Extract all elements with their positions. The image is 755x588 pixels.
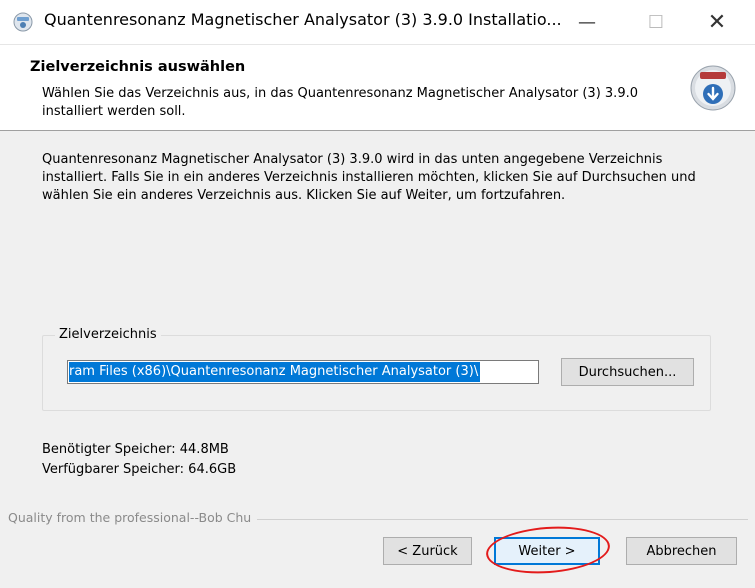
page-title: Zielverzeichnis auswählen (30, 59, 246, 75)
branding-text: Quality from the professional--Bob Chu (8, 510, 258, 525)
wizard-header: Zielverzeichnis auswählen Wählen Sie das… (0, 45, 755, 131)
intro-text: Quantenresonanz Magnetischer Analysator … (42, 152, 696, 203)
destination-group-label: Zielverzeichnis (55, 327, 161, 342)
maximize-button[interactable]: ☐ (633, 0, 679, 44)
minimize-button[interactable]: — (564, 0, 610, 44)
browse-button[interactable]: Durchsuchen... (561, 358, 694, 386)
space-required-label: Benötigter Speicher: 44.8MB (42, 442, 229, 457)
space-available-label: Verfügbarer Speicher: 64.6GB (42, 462, 237, 477)
destination-group: Zielverzeichnis ram Files (x86)\Quantenr… (42, 327, 711, 411)
window-title: Quantenresonanz Magnetischer Analysator … (44, 10, 562, 29)
destination-path-selection: ram Files (x86)\Quantenresonanz Magnetis… (69, 362, 481, 382)
wizard-body: Quantenresonanz Magnetischer Analysator … (0, 131, 755, 588)
close-button[interactable]: ✕ (694, 0, 740, 44)
cancel-button[interactable]: Abbrechen (626, 537, 737, 565)
destination-path-input[interactable]: ram Files (x86)\Quantenresonanz Magnetis… (67, 360, 539, 384)
page-subtitle: Wählen Sie das Verzeichnis aus, in das Q… (42, 86, 638, 119)
back-button[interactable]: < Zurück (383, 537, 472, 565)
title-bar: Quantenresonanz Magnetischer Analysator … (0, 0, 755, 45)
installer-app-icon (13, 12, 33, 32)
install-disc-icon (690, 65, 736, 111)
highlight-annotation-ring (484, 522, 612, 578)
